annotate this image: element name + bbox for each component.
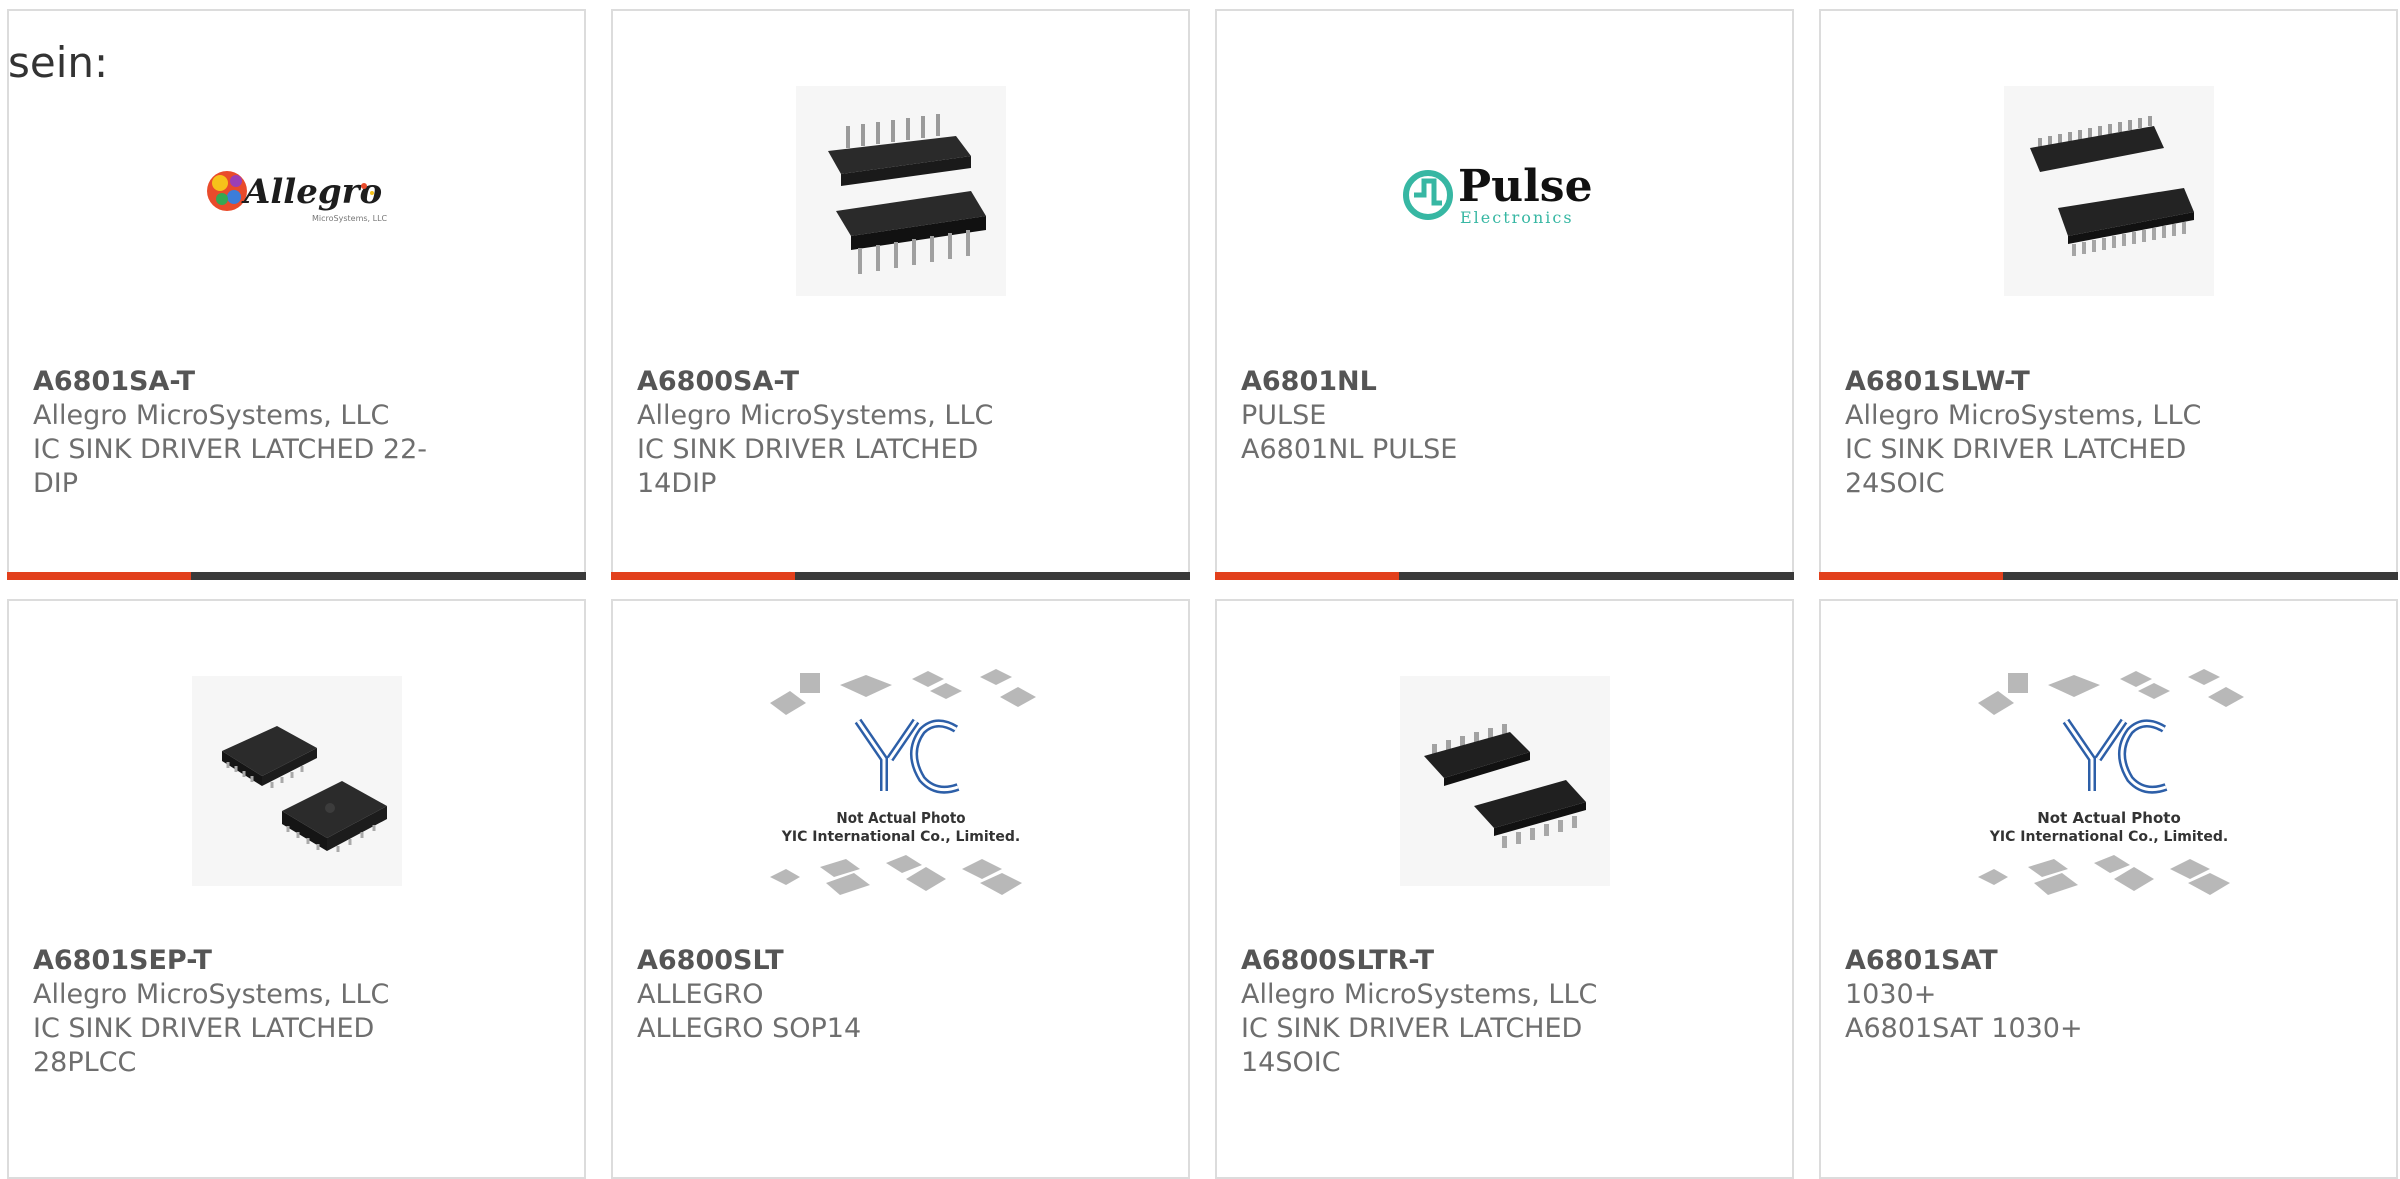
description: A6801SAT 1030+ xyxy=(1845,1013,2083,1044)
description: A6801NL PULSE xyxy=(1241,434,1458,465)
description: IC SINK DRIVER LATCHED 24SOIC xyxy=(1845,434,2187,499)
description: IC SINK DRIVER LATCHED 22-DIP xyxy=(33,434,428,499)
allegro-logo: Allegro MicroSystems, LLC xyxy=(192,86,402,296)
product-card[interactable]: A6800SA-T Allegro MicroSystems, LLC IC S… xyxy=(611,9,1190,580)
part-number[interactable]: A6801SA-T xyxy=(33,365,453,399)
svg-text:MicroSystems, LLC: MicroSystems, LLC xyxy=(312,214,388,223)
manufacturer: ALLEGRO xyxy=(637,979,764,1010)
product-card[interactable]: A6801SLW-T Allegro MicroSystems, LLC IC … xyxy=(1819,9,2398,580)
pulse-logo: Pulse Electronics xyxy=(1400,86,1610,296)
svg-text:YIC International Co., Limited: YIC International Co., Limited. xyxy=(780,829,1019,845)
product-info: A6801SA-T Allegro MicroSystems, LLC IC S… xyxy=(33,365,453,501)
soic-chip-photo xyxy=(2003,86,2214,296)
manufacturer: Allegro MicroSystems, LLC xyxy=(1845,400,2202,431)
description: IC SINK DRIVER LATCHED 14SOIC xyxy=(1241,1013,1583,1078)
manufacturer: Allegro MicroSystems, LLC xyxy=(1241,979,1598,1010)
part-number[interactable]: A6801SEP-T xyxy=(33,944,453,978)
accent-bar xyxy=(611,572,795,580)
card-bottom-bar xyxy=(611,572,1190,580)
manufacturer: 1030+ xyxy=(1845,979,1937,1010)
product-card[interactable]: A6801SEP-T Allegro MicroSystems, LLC IC … xyxy=(7,599,586,1179)
card-bottom-bar xyxy=(1819,572,2398,580)
description: IC SINK DRIVER LATCHED 14DIP xyxy=(637,434,979,499)
accent-bar xyxy=(7,572,191,580)
part-number[interactable]: A6801NL xyxy=(1241,365,1661,399)
product-info: A6801SAT 1030+ A6801SAT 1030+ xyxy=(1845,944,2265,1046)
svg-text:Not Actual Photo: Not Actual Photo xyxy=(2037,809,2181,827)
svg-text:Electronics: Electronics xyxy=(1460,208,1574,227)
part-number[interactable]: A6800SLT xyxy=(637,944,1057,978)
intro-text: sein: xyxy=(8,38,109,87)
manufacturer: Allegro MicroSystems, LLC xyxy=(637,400,994,431)
svg-text:YIC International Co., Limited: YIC International Co., Limited. xyxy=(1988,829,2227,845)
accent-bar xyxy=(1819,572,2003,580)
product-card[interactable]: Not Actual Photo YIC International Co., … xyxy=(1819,599,2398,1179)
part-number[interactable]: A6801SAT xyxy=(1845,944,2265,978)
manufacturer: PULSE xyxy=(1241,400,1327,431)
product-card[interactable]: Not Actual Photo YIC International Co., … xyxy=(611,599,1190,1179)
manufacturer: Allegro MicroSystems, LLC xyxy=(33,400,390,431)
not-actual-photo: Not Actual Photo YIC International Co., … xyxy=(1974,663,2244,903)
manufacturer: Allegro MicroSystems, LLC xyxy=(33,979,390,1010)
accent-bar xyxy=(1215,572,1399,580)
plcc-chip-photo xyxy=(191,676,402,886)
product-card[interactable]: Allegro MicroSystems, LLC A6801SA-T Alle… xyxy=(7,9,586,580)
product-info: A6801SEP-T Allegro MicroSystems, LLC IC … xyxy=(33,944,453,1080)
product-info: A6800SA-T Allegro MicroSystems, LLC IC S… xyxy=(637,365,1057,501)
product-info: A6800SLTR-T Allegro MicroSystems, LLC IC… xyxy=(1241,944,1661,1080)
part-number[interactable]: A6801SLW-T xyxy=(1845,365,2265,399)
product-grid: Allegro MicroSystems, LLC A6801SA-T Alle… xyxy=(0,0,2400,1179)
card-bottom-bar xyxy=(7,572,586,580)
product-card[interactable]: A6800SLTR-T Allegro MicroSystems, LLC IC… xyxy=(1215,599,1794,1179)
product-card[interactable]: Pulse Electronics A6801NL PULSE A6801NL … xyxy=(1215,9,1794,580)
svg-text:Pulse: Pulse xyxy=(1458,161,1593,212)
description: IC SINK DRIVER LATCHED 28PLCC xyxy=(33,1013,375,1078)
svg-text:Allegro: Allegro xyxy=(241,172,382,212)
not-actual-photo: Not Actual Photo YIC International Co., … xyxy=(766,663,1036,903)
description: ALLEGRO SOP14 xyxy=(637,1013,862,1044)
part-number[interactable]: A6800SLTR-T xyxy=(1241,944,1661,978)
product-info: A6801SLW-T Allegro MicroSystems, LLC IC … xyxy=(1845,365,2265,501)
svg-text:Not Actual Photo: Not Actual Photo xyxy=(836,809,965,827)
card-bottom-bar xyxy=(1215,572,1794,580)
product-info: A6800SLT ALLEGRO ALLEGRO SOP14 xyxy=(637,944,1057,1046)
part-number[interactable]: A6800SA-T xyxy=(637,365,1057,399)
soic-chip-photo xyxy=(1399,676,1610,886)
dip-chip-photo xyxy=(795,86,1006,296)
product-info: A6801NL PULSE A6801NL PULSE xyxy=(1241,365,1661,467)
